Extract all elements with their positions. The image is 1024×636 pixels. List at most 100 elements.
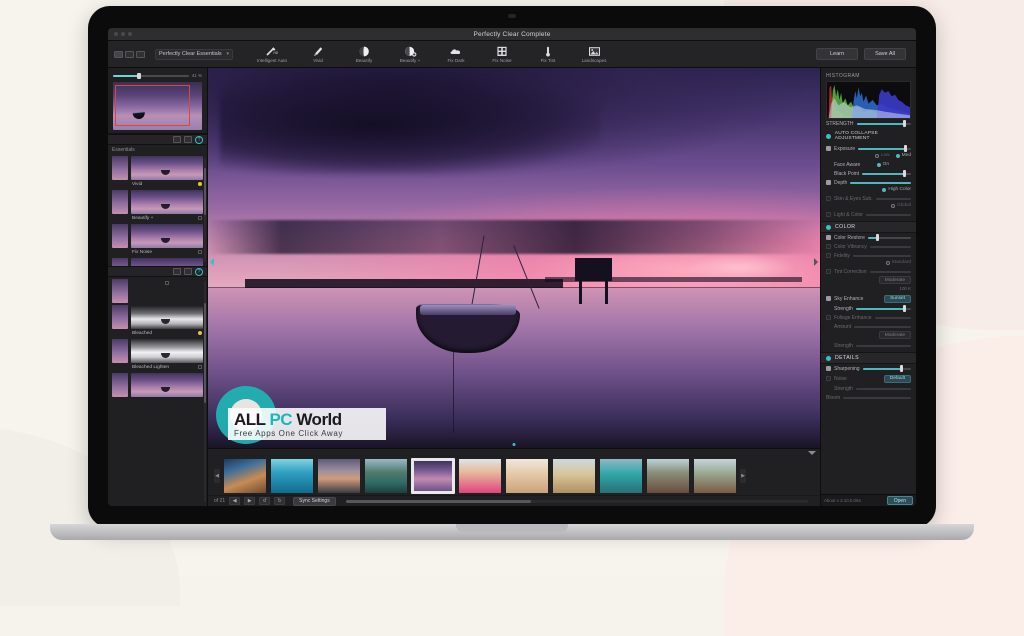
filmstrip-scroll-right-icon[interactable]: ▶: [740, 469, 746, 483]
tint-correction-slider[interactable]: [869, 270, 911, 273]
preset-toggle-icon[interactable]: [198, 250, 202, 254]
tool-beautify[interactable]: Beautify: [341, 46, 387, 63]
adjust-row-depth[interactable]: Depth: [821, 178, 916, 187]
foliage-preset-pill[interactable]: Moderate: [878, 331, 911, 339]
list-item[interactable]: Bleached: [108, 303, 207, 337]
preset-preview[interactable]: [131, 224, 203, 248]
sky-enhance-pill[interactable]: Sunset: [884, 294, 911, 303]
view-mode-single-icon[interactable]: [114, 50, 123, 58]
adjust-row-noise-strength[interactable]: Strength: [821, 384, 916, 393]
fidelity-mode-row[interactable]: Standard: [821, 260, 916, 267]
presets-scrollbar-2[interactable]: [204, 281, 206, 502]
foliage-enhance-slider[interactable]: [874, 316, 911, 319]
zoom-slider[interactable]: [113, 72, 189, 79]
black-point-slider[interactable]: [862, 170, 911, 177]
adjust-row-sky-enhance[interactable]: Sky Enhance Sunset: [821, 293, 916, 304]
panel-collapse-left-icon[interactable]: [210, 258, 214, 266]
tool-landscapes[interactable]: Landscapes: [571, 46, 617, 63]
strength-row[interactable]: STRENGTH: [821, 119, 916, 128]
view-mode-grid-icon[interactable]: [136, 50, 145, 58]
skin-eyes-slider[interactable]: [875, 197, 911, 200]
adjust-row-sharpening[interactable]: Sharpening: [821, 364, 916, 373]
view-mode-split-icon[interactable]: [125, 50, 134, 58]
adjust-row-fidelity[interactable]: Fidelity: [821, 251, 916, 260]
list-item[interactable]: [552, 458, 596, 494]
list-item[interactable]: [108, 371, 207, 397]
depth-slider[interactable]: [850, 181, 911, 184]
radio-standard[interactable]: Standard: [885, 260, 911, 265]
preset-preview[interactable]: [131, 373, 203, 397]
foliage-enhance-checkbox[interactable]: [826, 315, 831, 320]
navigator-thumbnail[interactable]: [113, 82, 202, 130]
bloom-slider[interactable]: [843, 396, 911, 399]
slider-handle[interactable]: [876, 234, 880, 241]
preset-preview[interactable]: [131, 339, 203, 363]
list-item[interactable]: [223, 458, 267, 494]
adjust-row-exposure[interactable]: Exposure: [821, 144, 916, 153]
skin-eyes-mode-row[interactable]: Global: [821, 203, 916, 210]
adjust-row-skin-eyes[interactable]: Skin & Eyes Sub.: [821, 194, 916, 203]
adjust-row-black-point[interactable]: Black Point: [821, 169, 916, 178]
foliage-strength-slider[interactable]: [855, 344, 911, 347]
help-icon[interactable]: ?: [195, 135, 203, 144]
rotate-right-button[interactable]: ↻: [274, 497, 286, 505]
sky-enhance-checkbox[interactable]: [826, 296, 831, 301]
list-item[interactable]: [364, 458, 408, 494]
preset-preview[interactable]: [131, 156, 203, 180]
adjust-row-foliage-strength[interactable]: Strength: [821, 341, 916, 350]
learn-button[interactable]: Learn: [816, 48, 858, 60]
noise-strength-slider[interactable]: [855, 387, 911, 390]
next-image-button[interactable]: ▶: [244, 497, 256, 505]
auto-collapse-toggle[interactable]: AUTO COLLAPSE ADJUSTMENT: [821, 128, 916, 144]
noise-checkbox[interactable]: [826, 376, 831, 381]
light-color-checkbox[interactable]: [826, 212, 831, 217]
list-item[interactable]: [693, 458, 737, 494]
preset-toggle-icon[interactable]: [165, 281, 169, 285]
tool-vivid[interactable]: Vivid: [295, 46, 341, 63]
noise-preset-pill[interactable]: Default: [883, 374, 911, 383]
foliage-amount-slider[interactable]: [854, 325, 911, 328]
adjust-row-foliage-amount[interactable]: Amount: [821, 322, 916, 331]
tool-fix-dark[interactable]: Fix Dark: [433, 46, 479, 63]
previous-image-button[interactable]: ◀: [229, 497, 241, 505]
rotate-left-button[interactable]: ↺: [259, 497, 271, 505]
filmstrip-thumbnails[interactable]: ◀ ▶: [208, 457, 820, 495]
section-header-color[interactable]: COLOR: [821, 221, 916, 233]
open-button[interactable]: Open: [886, 496, 913, 505]
light-color-slider[interactable]: [865, 213, 911, 216]
save-all-button[interactable]: Save All: [864, 48, 906, 60]
slider-handle[interactable]: [900, 365, 904, 372]
list-item[interactable]: [458, 458, 502, 494]
grid-view-icon[interactable]: [173, 136, 181, 143]
list-item[interactable]: [646, 458, 690, 494]
section-header-details[interactable]: DETAILS: [821, 352, 916, 364]
minimize-icon[interactable]: [121, 32, 125, 36]
list-item[interactable]: [505, 458, 549, 494]
help-icon[interactable]: ?: [195, 267, 203, 276]
filmstrip-scrollbar[interactable]: [345, 499, 808, 503]
maximize-icon[interactable]: [128, 32, 132, 36]
adjust-row-light-color[interactable]: Light & Color: [821, 210, 916, 219]
preset-dropdown[interactable]: Perfectly Clear Essentials ▾: [155, 48, 233, 60]
view-mode-group[interactable]: [114, 50, 145, 58]
adjust-row-face-aware[interactable]: Face Aware On: [821, 160, 916, 169]
depth-checkbox[interactable]: [826, 180, 831, 185]
tint-correction-checkbox[interactable]: [826, 269, 831, 274]
sky-strength-slider[interactable]: [855, 305, 911, 312]
tool-intelligent-auto[interactable]: HD Intelligent Auto: [249, 46, 295, 63]
adjust-row-color-vibrancy[interactable]: Color Vibrancy: [821, 242, 916, 251]
list-item[interactable]: Vivid: [108, 154, 207, 188]
presets-scrollbar-thumb[interactable]: [204, 303, 206, 403]
presets-scrollbar-1[interactable]: [204, 158, 206, 262]
preset-preview[interactable]: [131, 190, 203, 214]
exposure-checkbox[interactable]: [826, 146, 831, 151]
list-item[interactable]: Fix Noise: [108, 222, 207, 256]
slider-handle[interactable]: [903, 305, 907, 312]
grid-view-icon[interactable]: [173, 268, 181, 275]
presets-list-1[interactable]: Vivid Beautify + Fix Noise: [108, 154, 207, 266]
list-item[interactable]: [599, 458, 643, 494]
depth-mode-row[interactable]: High Color: [821, 187, 916, 194]
tool-beautify-plus[interactable]: Beautify +: [387, 46, 433, 63]
list-item[interactable]: [108, 277, 207, 303]
list-view-icon[interactable]: [184, 136, 192, 143]
